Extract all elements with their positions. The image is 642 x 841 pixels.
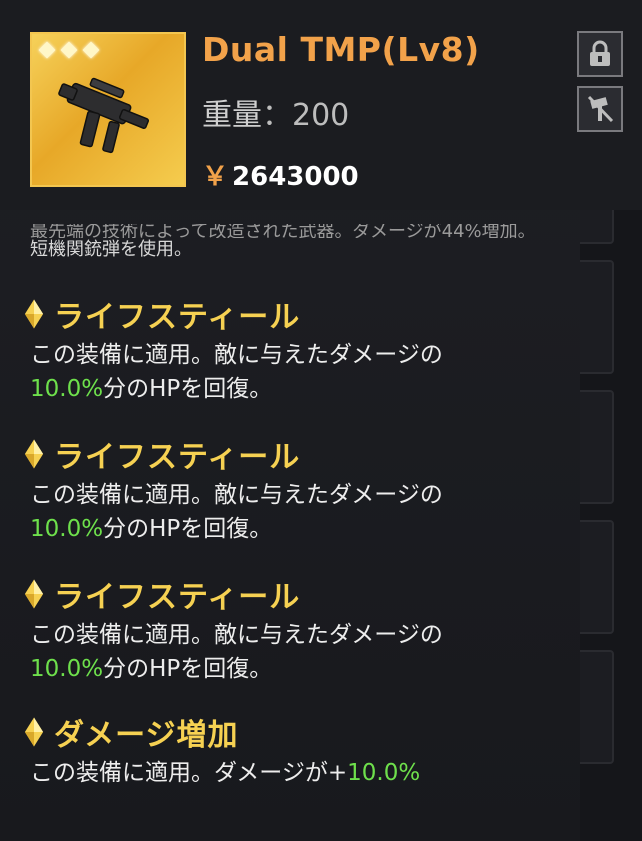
effect-name: ライフスティール [54,440,301,475]
lock-icon [590,40,610,66]
effect-name: ライフスティール [54,580,301,615]
item-weight: 重量：200 [202,90,349,134]
weight-value: 200 [292,98,350,133]
diamond-gem-icon [24,299,44,329]
effect-text-line: この装備に適用。敵に与えたダメージの [30,342,443,368]
diamond-gem-icon [24,717,44,747]
diamond-gem-icon [24,439,44,469]
effect-text-suffix: 分のHPを回復。 [103,516,273,542]
weight-separator: ： [262,98,292,133]
rarity-star-icon [82,41,100,59]
rarity-star-icon [38,41,56,59]
item-description: 最先端の技術によって改造された武器。ダメージが44%増加。 短機関銃弾を使用。 [30,224,630,262]
description-line-2: 短機関銃弾を使用。 [30,239,192,260]
effect-description: この装備に適用。敵に与えたダメージの 10.0%分のHPを回復。 [30,338,624,406]
effect-text-line: この装備に適用。敵に与えたダメージの [30,622,443,648]
effect-text-line: この装備に適用。敵に与えたダメージの [30,482,443,508]
effect-entry: ライフスティール この装備に適用。敵に与えたダメージの 10.0%分のHPを回復… [24,294,624,406]
item-name: Dual TMP(Lv8) [202,30,480,69]
dismantle-button[interactable] [577,86,623,132]
effect-name: ライフスティール [54,300,301,335]
effect-entry: ライフスティール この装備に適用。敵に与えたダメージの 10.0%分のHPを回復… [24,574,624,686]
effect-value: 10.0% [347,760,421,786]
description-line-1: 最先端の技術によって改造された武器。ダメージが44%増加。 [30,224,536,238]
effect-entry: ダメージ増加 この装備に適用。ダメージが+10.0% [24,712,624,790]
price-value: 2643000 [232,162,359,192]
weight-label: 重量 [202,98,262,133]
effect-description: この装備に適用。ダメージが+10.0% [30,756,624,790]
hammer-off-icon [587,95,614,123]
effect-value: 10.0% [30,516,104,542]
effect-entry: ライフスティール この装備に適用。敵に与えたダメージの 10.0%分のHPを回復… [24,434,624,546]
effect-text-line: この装備に適用。ダメージが+ [30,760,348,786]
rarity-star-icon [60,41,78,59]
item-portrait [30,32,186,187]
effect-text-suffix: 分のHPを回復。 [103,656,273,682]
submachine-gun-icon [58,77,150,154]
rarity-stars [38,40,100,60]
lock-button[interactable] [577,31,623,77]
effect-text-suffix: 分のHPを回復。 [103,376,273,402]
effect-description: この装備に適用。敵に与えたダメージの 10.0%分のHPを回復。 [30,618,624,686]
effect-value: 10.0% [30,656,104,682]
effect-name: ダメージ増加 [54,718,239,753]
item-price: ￥ 2643000 [202,156,359,193]
diamond-gem-icon [24,579,44,609]
effect-description: この装備に適用。敵に与えたダメージの 10.0%分のHPを回復。 [30,478,624,546]
currency-symbol: ￥ [202,162,229,192]
effect-value: 10.0% [30,376,104,402]
